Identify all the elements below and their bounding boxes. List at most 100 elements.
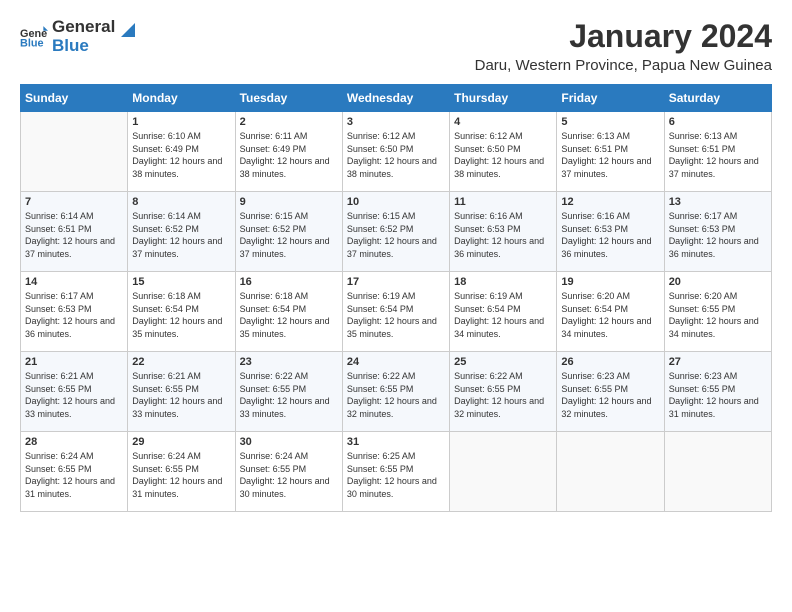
day-header-thursday: Thursday [450, 85, 557, 112]
calendar-day-cell: 22 Sunrise: 6:21 AMSunset: 6:55 PMDayligh… [128, 352, 235, 432]
day-number: 20 [669, 276, 767, 288]
day-content: Sunrise: 6:14 AMSunset: 6:52 PMDaylight:… [132, 210, 230, 260]
calendar-day-cell: 18 Sunrise: 6:19 AMSunset: 6:54 PMDayligh… [450, 272, 557, 352]
day-number: 12 [561, 196, 659, 208]
calendar-week-row: 14 Sunrise: 6:17 AMSunset: 6:53 PMDayligh… [21, 272, 772, 352]
day-content: Sunrise: 6:22 AMSunset: 6:55 PMDaylight:… [454, 370, 552, 420]
calendar-day-cell: 20 Sunrise: 6:20 AMSunset: 6:55 PMDayligh… [664, 272, 771, 352]
day-content: Sunrise: 6:20 AMSunset: 6:54 PMDaylight:… [561, 290, 659, 340]
calendar-day-cell: 11 Sunrise: 6:16 AMSunset: 6:53 PMDayligh… [450, 192, 557, 272]
calendar-day-cell: 14 Sunrise: 6:17 AMSunset: 6:53 PMDayligh… [21, 272, 128, 352]
calendar-day-cell [664, 432, 771, 512]
day-number: 5 [561, 116, 659, 128]
day-header-wednesday: Wednesday [342, 85, 449, 112]
month-year: January 2024 [475, 18, 772, 55]
day-content: Sunrise: 6:20 AMSunset: 6:55 PMDaylight:… [669, 290, 767, 340]
day-content: Sunrise: 6:24 AMSunset: 6:55 PMDaylight:… [25, 450, 123, 500]
day-number: 4 [454, 116, 552, 128]
calendar-day-cell: 8Sunrise: 6:14 AMSunset: 6:52 PMDaylight… [128, 192, 235, 272]
day-header-tuesday: Tuesday [235, 85, 342, 112]
day-content: Sunrise: 6:17 AMSunset: 6:53 PMDaylight:… [25, 290, 123, 340]
day-content: Sunrise: 6:17 AMSunset: 6:53 PMDaylight:… [669, 210, 767, 260]
svg-text:Blue: Blue [20, 37, 44, 49]
day-content: Sunrise: 6:22 AMSunset: 6:55 PMDaylight:… [240, 370, 338, 420]
day-number: 19 [561, 276, 659, 288]
calendar-day-cell: 26 Sunrise: 6:23 AMSunset: 6:55 PMDayligh… [557, 352, 664, 432]
calendar-day-cell: 27 Sunrise: 6:23 AMSunset: 6:55 PMDayligh… [664, 352, 771, 432]
day-number: 30 [240, 436, 338, 448]
day-content: Sunrise: 6:18 AMSunset: 6:54 PMDaylight:… [132, 290, 230, 340]
day-content: Sunrise: 6:21 AMSunset: 6:55 PMDaylight:… [25, 370, 123, 420]
day-number: 29 [132, 436, 230, 448]
day-content: Sunrise: 6:12 AMSunset: 6:50 PMDaylight:… [347, 130, 445, 180]
day-number: 14 [25, 276, 123, 288]
day-content: Sunrise: 6:15 AMSunset: 6:52 PMDaylight:… [240, 210, 338, 260]
calendar-day-cell [21, 112, 128, 192]
calendar-day-cell: 5Sunrise: 6:13 AMSunset: 6:51 PMDaylight… [557, 112, 664, 192]
day-content: Sunrise: 6:24 AMSunset: 6:55 PMDaylight:… [240, 450, 338, 500]
day-content: Sunrise: 6:10 AMSunset: 6:49 PMDaylight:… [132, 130, 230, 180]
day-content: Sunrise: 6:22 AMSunset: 6:55 PMDaylight:… [347, 370, 445, 420]
calendar-day-cell: 4Sunrise: 6:12 AMSunset: 6:50 PMDaylight… [450, 112, 557, 192]
header: General Blue General Blue January 2024 D… [20, 18, 772, 74]
logo-arrow-icon [117, 23, 135, 41]
calendar-day-cell: 17 Sunrise: 6:19 AMSunset: 6:54 PMDayligh… [342, 272, 449, 352]
day-number: 27 [669, 356, 767, 368]
calendar-table: SundayMondayTuesdayWednesdayThursdayFrid… [20, 84, 772, 512]
location: Daru, Western Province, Papua New Guinea [475, 57, 772, 74]
day-number: 13 [669, 196, 767, 208]
calendar-day-cell: 25 Sunrise: 6:22 AMSunset: 6:55 PMDayligh… [450, 352, 557, 432]
day-number: 18 [454, 276, 552, 288]
day-number: 23 [240, 356, 338, 368]
logo-blue-text: Blue [52, 37, 115, 56]
calendar-day-cell: 23 Sunrise: 6:22 AMSunset: 6:55 PMDayligh… [235, 352, 342, 432]
day-header-sunday: Sunday [21, 85, 128, 112]
day-number: 11 [454, 196, 552, 208]
calendar-day-cell: 7Sunrise: 6:14 AMSunset: 6:51 PMDaylight… [21, 192, 128, 272]
calendar-day-cell: 29 Sunrise: 6:24 AMSunset: 6:55 PMDayligh… [128, 432, 235, 512]
calendar-day-cell: 16 Sunrise: 6:18 AMSunset: 6:54 PMDayligh… [235, 272, 342, 352]
day-number: 17 [347, 276, 445, 288]
calendar-day-cell: 30 Sunrise: 6:24 AMSunset: 6:55 PMDayligh… [235, 432, 342, 512]
calendar-header-row: SundayMondayTuesdayWednesdayThursdayFrid… [21, 85, 772, 112]
day-content: Sunrise: 6:23 AMSunset: 6:55 PMDaylight:… [669, 370, 767, 420]
day-number: 3 [347, 116, 445, 128]
day-number: 26 [561, 356, 659, 368]
day-content: Sunrise: 6:19 AMSunset: 6:54 PMDaylight:… [454, 290, 552, 340]
calendar-day-cell: 10Sunrise: 6:15 AMSunset: 6:52 PMDayligh… [342, 192, 449, 272]
day-content: Sunrise: 6:19 AMSunset: 6:54 PMDaylight:… [347, 290, 445, 340]
logo: General Blue General Blue [20, 18, 135, 55]
day-content: Sunrise: 6:21 AMSunset: 6:55 PMDaylight:… [132, 370, 230, 420]
day-number: 16 [240, 276, 338, 288]
day-header-monday: Monday [128, 85, 235, 112]
day-content: Sunrise: 6:16 AMSunset: 6:53 PMDaylight:… [561, 210, 659, 260]
day-number: 1 [132, 116, 230, 128]
calendar-day-cell: 19 Sunrise: 6:20 AMSunset: 6:54 PMDayligh… [557, 272, 664, 352]
day-content: Sunrise: 6:25 AMSunset: 6:55 PMDaylight:… [347, 450, 445, 500]
day-content: Sunrise: 6:24 AMSunset: 6:55 PMDaylight:… [132, 450, 230, 500]
calendar-week-row: 1 Sunrise: 6:10 AMSunset: 6:49 PMDaylight… [21, 112, 772, 192]
day-content: Sunrise: 6:16 AMSunset: 6:53 PMDaylight:… [454, 210, 552, 260]
calendar-week-row: 7Sunrise: 6:14 AMSunset: 6:51 PMDaylight… [21, 192, 772, 272]
day-header-friday: Friday [557, 85, 664, 112]
day-number: 7 [25, 196, 123, 208]
calendar-day-cell: 21Sunrise: 6:21 AMSunset: 6:55 PMDayligh… [21, 352, 128, 432]
day-header-saturday: Saturday [664, 85, 771, 112]
day-number: 24 [347, 356, 445, 368]
logo-icon: General Blue [20, 23, 48, 51]
day-content: Sunrise: 6:23 AMSunset: 6:55 PMDaylight:… [561, 370, 659, 420]
day-content: Sunrise: 6:18 AMSunset: 6:54 PMDaylight:… [240, 290, 338, 340]
day-number: 6 [669, 116, 767, 128]
calendar-day-cell: 6Sunrise: 6:13 AMSunset: 6:51 PMDaylight… [664, 112, 771, 192]
calendar-day-cell: 1 Sunrise: 6:10 AMSunset: 6:49 PMDaylight… [128, 112, 235, 192]
calendar-day-cell: 12 Sunrise: 6:16 AMSunset: 6:53 PMDayligh… [557, 192, 664, 272]
day-number: 22 [132, 356, 230, 368]
day-number: 25 [454, 356, 552, 368]
calendar-day-cell: 31Sunrise: 6:25 AMSunset: 6:55 PMDayligh… [342, 432, 449, 512]
page: General Blue General Blue January 2024 D… [0, 0, 792, 522]
calendar-week-row: 21Sunrise: 6:21 AMSunset: 6:55 PMDayligh… [21, 352, 772, 432]
day-content: Sunrise: 6:15 AMSunset: 6:52 PMDaylight:… [347, 210, 445, 260]
calendar-week-row: 28Sunrise: 6:24 AMSunset: 6:55 PMDayligh… [21, 432, 772, 512]
calendar-day-cell: 2Sunrise: 6:11 AMSunset: 6:49 PMDaylight… [235, 112, 342, 192]
day-number: 15 [132, 276, 230, 288]
